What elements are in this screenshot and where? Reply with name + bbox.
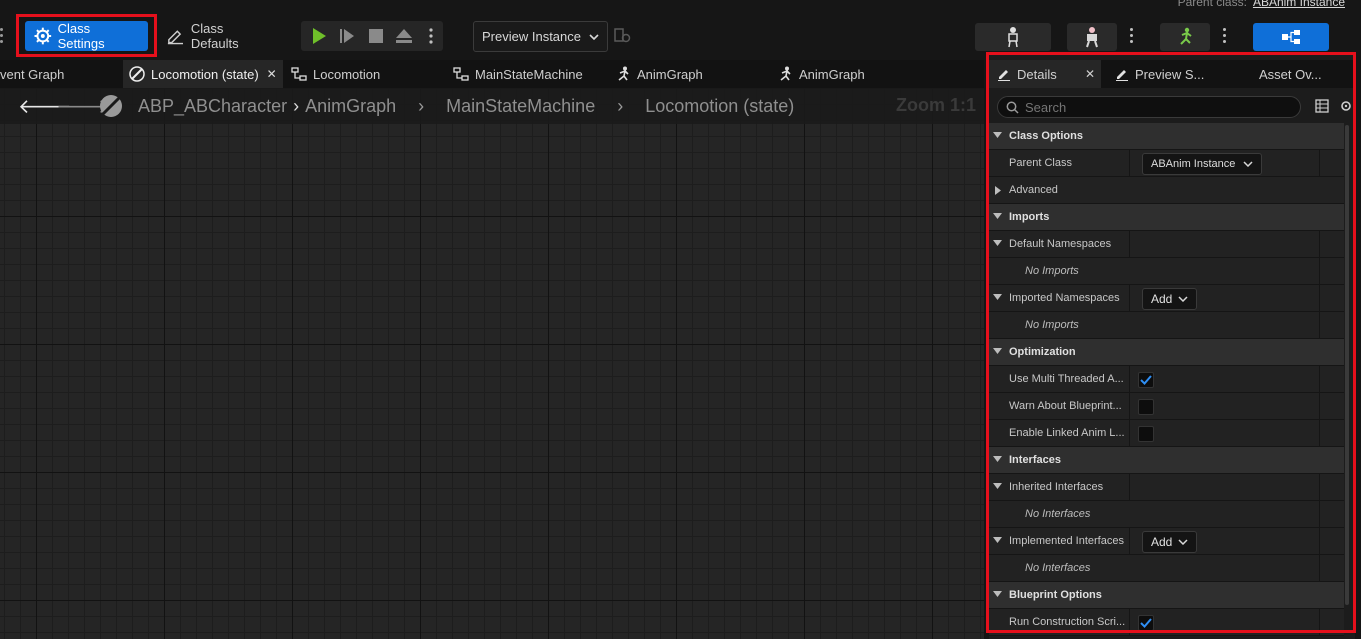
zoom-level: Zoom 1:1 xyxy=(895,95,976,115)
animation-mode-button[interactable] xyxy=(1160,23,1210,51)
running-figure-icon xyxy=(1180,27,1192,45)
tab-anim-graph-2[interactable]: AnimGraph xyxy=(771,60,901,88)
parent-class-link[interactable]: ABAnim Instance xyxy=(1253,0,1345,9)
breadcrumb-item[interactable]: AnimGraph xyxy=(305,96,396,117)
tab-label: AnimGraph xyxy=(799,66,865,82)
simulation-controls xyxy=(301,21,443,51)
mesh-mode-button[interactable] xyxy=(1067,23,1117,51)
state-icon xyxy=(129,66,145,82)
tab-locomotion-state[interactable]: Locomotion (state) ✕ xyxy=(123,60,283,88)
tab-label: AnimGraph xyxy=(637,66,703,82)
class-defaults-label: Class Defaults xyxy=(190,21,239,51)
tab-label: vent Graph xyxy=(0,66,65,82)
state-icon xyxy=(100,95,122,117)
animation-options-kebab-icon[interactable] xyxy=(1223,28,1227,46)
breadcrumb: 🡐 🡒 ABP_ABCharacter › AnimGraph › MainSt… xyxy=(0,88,984,124)
state-machine-icon xyxy=(453,67,469,81)
edit-defaults-icon xyxy=(167,30,183,45)
breadcrumb-item[interactable]: ABP_ABCharacter xyxy=(138,96,287,117)
main-toolbar: Parent class: ABAnim Instance Class Setti… xyxy=(0,0,1361,60)
simulation-options-kebab-icon[interactable] xyxy=(417,21,445,51)
close-icon[interactable]: ✕ xyxy=(267,67,277,81)
step-icon[interactable] xyxy=(333,21,361,51)
highlight-box-details-panel xyxy=(986,52,1356,633)
running-figure-icon xyxy=(780,66,791,81)
chevron-right-icon: › xyxy=(293,95,300,116)
chevron-right-icon: › xyxy=(418,95,425,116)
breadcrumb-item[interactable]: Locomotion (state) xyxy=(645,96,794,117)
breadcrumb-trail: ABP_ABCharacter › AnimGraph › MainStateM… xyxy=(98,88,794,124)
toolbar-grip-icon[interactable] xyxy=(0,28,4,44)
play-icon[interactable] xyxy=(305,21,333,51)
parent-class-caption: Parent class: xyxy=(1177,0,1247,9)
document-tabs: vent Graph Locomotion (state) ✕ Locomoti… xyxy=(0,60,984,88)
chevron-right-icon: › xyxy=(617,95,624,116)
class-defaults-button[interactable]: Class Defaults xyxy=(157,21,279,51)
tab-label: Locomotion (state) xyxy=(151,66,259,82)
tab-label: MainStateMachine xyxy=(475,66,583,82)
tab-locomotion[interactable]: Locomotion xyxy=(285,60,415,88)
preview-instance-label: Preview Instance xyxy=(482,29,581,44)
breadcrumb-item[interactable]: MainStateMachine xyxy=(446,96,595,117)
mesh-options-kebab-icon[interactable] xyxy=(1130,28,1134,46)
stop-icon[interactable] xyxy=(362,21,390,51)
tab-anim-graph[interactable]: AnimGraph xyxy=(609,60,739,88)
running-figure-icon xyxy=(618,66,629,81)
chevron-down-icon xyxy=(589,33,599,40)
mesh-icon xyxy=(1086,27,1098,48)
highlight-box-class-settings xyxy=(16,14,157,57)
preview-instance-dropdown[interactable]: Preview Instance xyxy=(473,21,608,52)
graph-nodes-icon xyxy=(1282,30,1300,44)
tab-label: Locomotion xyxy=(313,66,381,82)
eject-icon[interactable] xyxy=(390,21,418,51)
debug-filter-icon[interactable] xyxy=(614,28,632,47)
state-machine-icon xyxy=(291,67,307,81)
unreal-editor-window: Parent class: ABAnim Instance Class Setti… xyxy=(0,0,1361,639)
skeleton-icon xyxy=(1008,27,1018,48)
parent-class-info: Parent class: ABAnim Instance xyxy=(1178,0,1345,9)
graph-canvas[interactable] xyxy=(0,88,984,639)
skeleton-mode-button[interactable] xyxy=(975,23,1051,51)
tab-event-graph[interactable]: vent Graph xyxy=(0,60,112,88)
tab-main-state-machine[interactable]: MainStateMachine xyxy=(447,60,597,88)
graph-mode-button[interactable] xyxy=(1253,23,1329,51)
